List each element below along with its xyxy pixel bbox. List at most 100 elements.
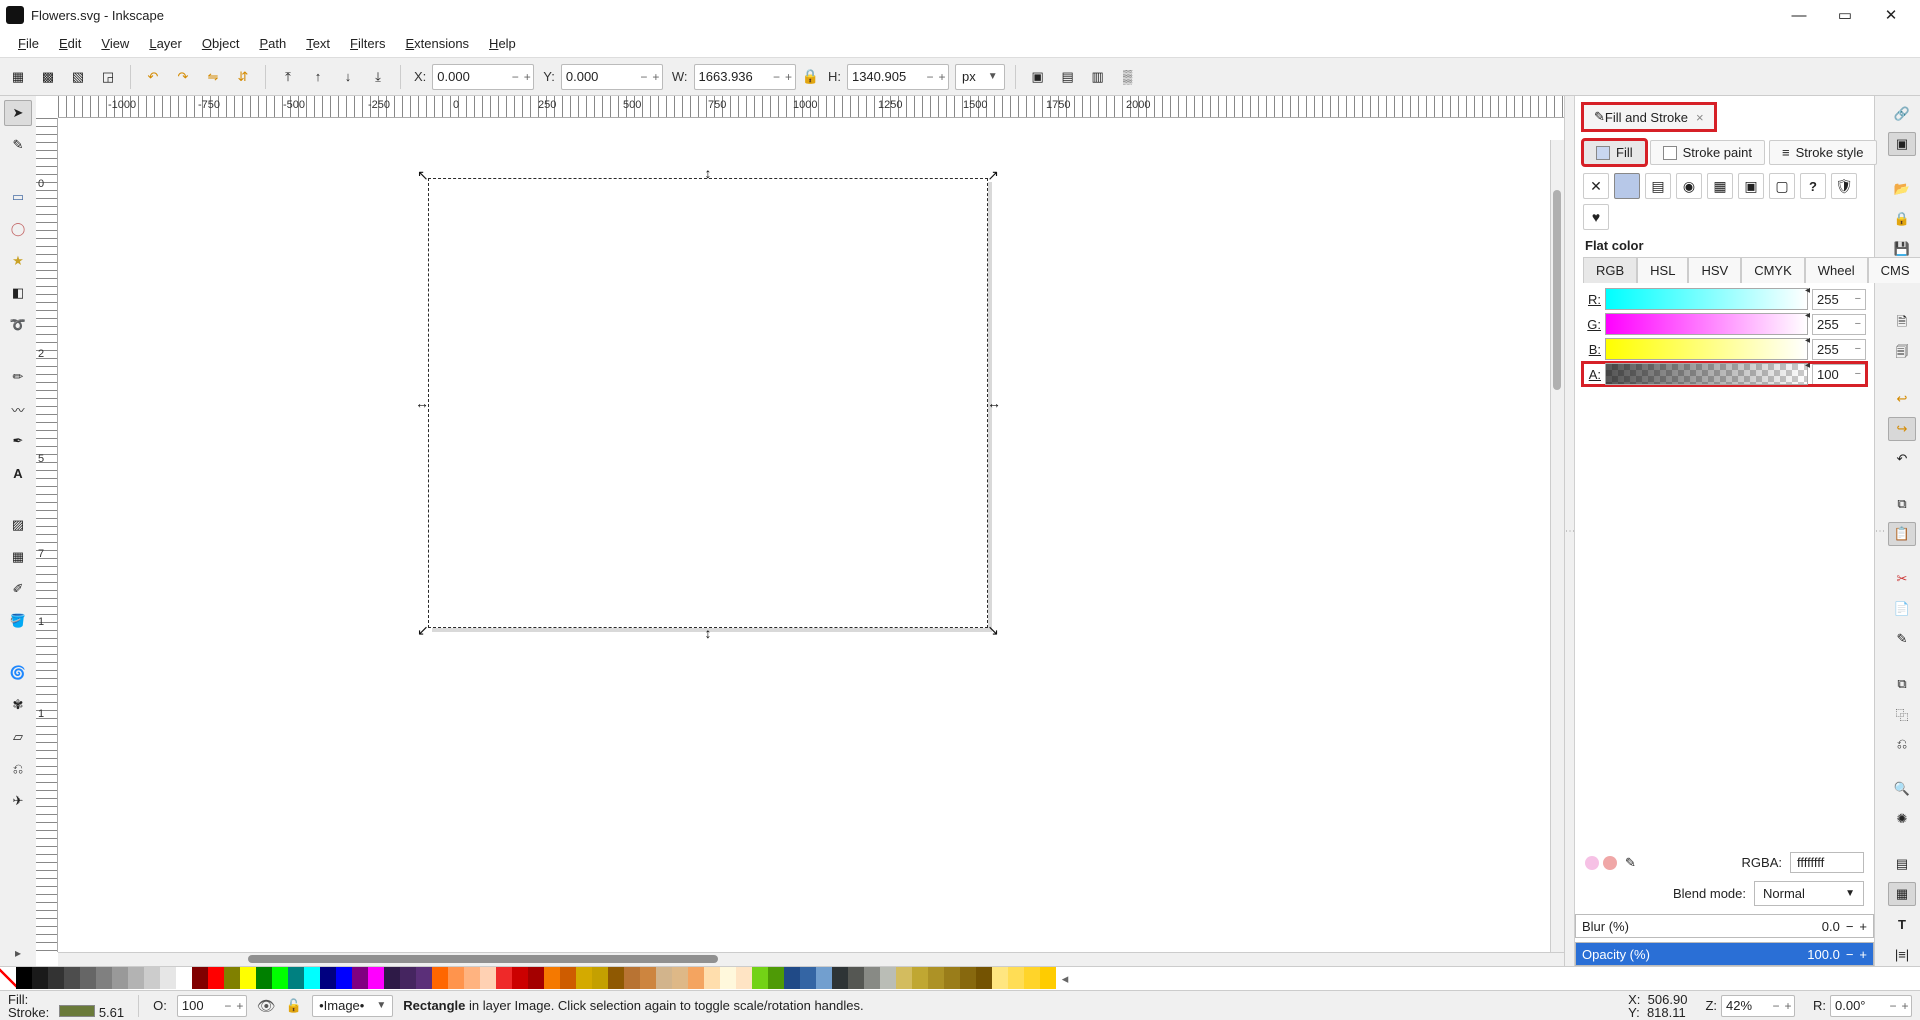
spiral-tool[interactable]: ➰ [4, 312, 32, 338]
lpe-tool[interactable]: ✈ [4, 788, 32, 814]
palette-swatch[interactable] [800, 967, 816, 989]
color-tab-cms[interactable]: CMS [1868, 257, 1920, 283]
palette-swatch[interactable] [64, 967, 80, 989]
fill-stroke-dialog-icon[interactable]: ▦ [1888, 882, 1916, 906]
palette-swatch[interactable] [544, 967, 560, 989]
y-input[interactable] [562, 69, 636, 84]
palette-swatch[interactable] [336, 967, 352, 989]
palette-swatch[interactable] [928, 967, 944, 989]
layer-visibility-icon[interactable]: 👁 [257, 997, 276, 1015]
palette-swatch[interactable] [944, 967, 960, 989]
w-field[interactable]: −+ [694, 64, 796, 90]
toolbox-expand-icon[interactable]: ▸ [15, 946, 21, 960]
paint-unknown[interactable]: ? [1800, 173, 1826, 199]
menu-text[interactable]: Text [296, 33, 340, 54]
paint-flat[interactable] [1614, 173, 1640, 199]
zoom-selection-icon[interactable]: 🔍 [1888, 777, 1916, 801]
menu-object[interactable]: Object [192, 33, 250, 54]
palette-swatch[interactable] [464, 967, 480, 989]
channel-slider[interactable]: ◂ [1605, 313, 1808, 335]
lock-aspect-icon[interactable]: 🔒 [802, 68, 819, 85]
menu-file[interactable]: File [8, 33, 49, 54]
cut-icon[interactable]: ✂ [1888, 567, 1916, 591]
palette-swatch-none[interactable] [0, 967, 16, 989]
unlink-clone-icon[interactable]: ⎌ [1888, 732, 1916, 756]
lock-layer-icon[interactable]: 🔒 [1888, 207, 1916, 231]
paste-icon[interactable]: 📋 [1888, 522, 1916, 546]
zoom-field[interactable]: Z: −+ [1705, 995, 1795, 1017]
gradient-tool[interactable]: ▨ [4, 512, 32, 538]
palette-swatch[interactable] [864, 967, 880, 989]
blur-row[interactable]: Blur (%) 0.0 −+ [1575, 914, 1874, 938]
palette-menu-icon[interactable]: ◂ [1056, 967, 1074, 990]
window-minimize[interactable]: ― [1776, 0, 1822, 30]
palette-swatch[interactable] [432, 967, 448, 989]
color-tab-wheel[interactable]: Wheel [1805, 257, 1868, 283]
palette-swatch[interactable] [784, 967, 800, 989]
h-input[interactable] [848, 69, 922, 84]
palette-swatch[interactable] [400, 967, 416, 989]
color-tab-hsv[interactable]: HSV [1688, 257, 1741, 283]
flip-horizontal-icon[interactable]: ⇋ [201, 65, 225, 89]
palette-swatch[interactable] [688, 967, 704, 989]
resize-handle-left[interactable]: ↔ [415, 395, 429, 411]
connector-tool[interactable]: ⎌ [4, 756, 32, 782]
text-dialog-icon[interactable]: T [1888, 912, 1916, 936]
palette-swatch[interactable] [48, 967, 64, 989]
color-tab-cmyk[interactable]: CMYK [1741, 257, 1805, 283]
canvas-horizontal-scrollbar[interactable] [58, 952, 1564, 966]
channel-value-field[interactable]: 255− [1812, 289, 1866, 310]
palette-swatch[interactable] [560, 967, 576, 989]
palette-swatch[interactable] [496, 967, 512, 989]
selected-rectangle[interactable]: ↖ ↗ ↙ ↘ ↕ ↕ ↔ ↔ [428, 178, 988, 628]
toggle-selection-icon[interactable]: ◲ [96, 65, 120, 89]
undo-icon[interactable]: ↩ [1888, 387, 1916, 411]
pencil-tool[interactable]: ✏ [4, 364, 32, 390]
palette-swatch[interactable] [848, 967, 864, 989]
panel-collapse-grip[interactable]: ⋮ [1564, 96, 1574, 966]
snap-enable-icon[interactable]: 🔗 [1888, 102, 1916, 126]
opacity-minus[interactable]: − [1846, 947, 1854, 962]
palette-swatch[interactable] [720, 967, 736, 989]
w-minus[interactable]: − [771, 70, 783, 84]
palette-swatch[interactable] [624, 967, 640, 989]
star-tool[interactable]: ★ [4, 248, 32, 274]
palette-swatch[interactable] [224, 967, 240, 989]
master-opacity-field[interactable]: −+ [177, 995, 247, 1017]
panel-close-icon[interactable]: × [1696, 110, 1704, 125]
palette-swatch[interactable] [144, 967, 160, 989]
node-tool[interactable]: ✎ [4, 132, 32, 158]
palette-swatch[interactable] [1024, 967, 1040, 989]
palette-swatch[interactable] [896, 967, 912, 989]
palette-swatch[interactable] [672, 967, 688, 989]
dropper-tool[interactable]: ✐ [4, 576, 32, 602]
palette-swatch[interactable] [176, 967, 192, 989]
channel-value-field[interactable]: 255− [1812, 314, 1866, 335]
stroke-swatch[interactable] [59, 1005, 95, 1017]
menu-path[interactable]: Path [249, 33, 296, 54]
x-input[interactable] [433, 69, 507, 84]
eyedropper-icon[interactable]: ✎ [1625, 855, 1636, 871]
h-minus[interactable]: − [924, 70, 936, 84]
3dbox-tool[interactable]: ◧ [4, 280, 32, 306]
palette-swatch[interactable] [288, 967, 304, 989]
bezier-tool[interactable]: 〰 [4, 396, 32, 422]
channel-slider[interactable]: ◂ [1605, 338, 1808, 360]
rgba-input[interactable]: ffffffff [1790, 852, 1864, 873]
open-file-icon[interactable]: 📂 [1888, 177, 1916, 201]
panel-tab-fill-and-stroke[interactable]: ✎ Fill and Stroke × [1583, 104, 1715, 130]
palette-swatch[interactable] [768, 967, 784, 989]
y-plus[interactable]: + [650, 70, 662, 84]
redo-icon[interactable]: ↪ [1888, 417, 1916, 441]
palette-swatch[interactable] [816, 967, 832, 989]
deselect-icon[interactable]: ▧ [66, 65, 90, 89]
opacity-plus[interactable]: + [1859, 947, 1867, 962]
x-plus[interactable]: + [521, 70, 533, 84]
palette-swatch[interactable] [160, 967, 176, 989]
palette-swatch[interactable] [16, 967, 32, 989]
clone-icon[interactable]: ⿻ [1888, 702, 1916, 726]
canvas[interactable]: ↖ ↗ ↙ ↘ ↕ ↕ ↔ ↔ [58, 118, 1564, 952]
palette-swatch[interactable] [656, 967, 672, 989]
paint-radial[interactable]: ◉ [1676, 173, 1702, 199]
palette-swatch[interactable] [480, 967, 496, 989]
